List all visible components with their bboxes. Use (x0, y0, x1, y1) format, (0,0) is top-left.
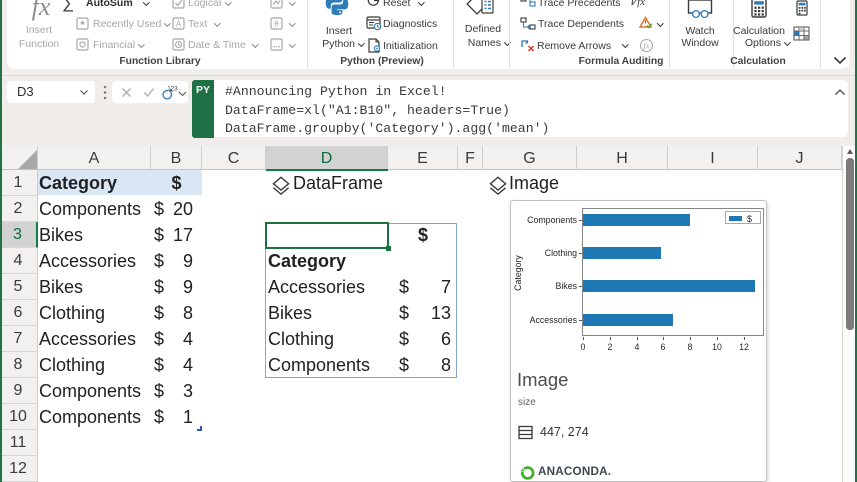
svg-text:123: 123 (167, 85, 178, 92)
svg-text:θ: θ (274, 20, 279, 29)
svg-text:A: A (176, 20, 182, 29)
svg-text:fx: fx (643, 41, 649, 51)
